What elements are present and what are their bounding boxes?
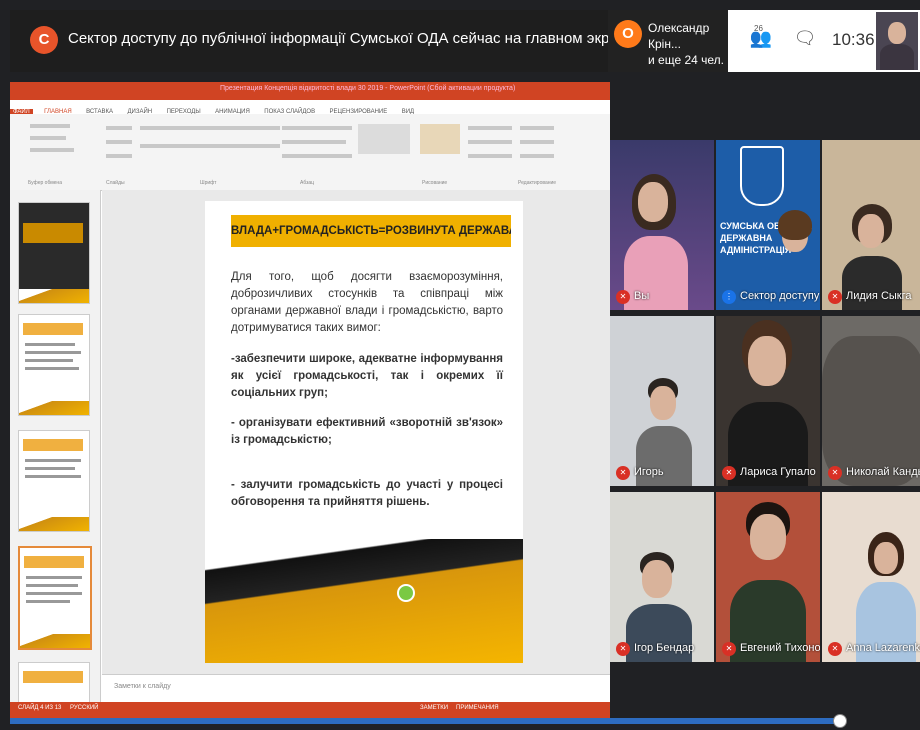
ribbon-group-editing: Редактирование [518,180,557,186]
participant-tile[interactable]: ✕ Вы [610,140,714,310]
slide-counter: СЛАЙД 4 ИЗ 13 [18,705,62,711]
participant-name: Евгений Тихонов [740,642,820,654]
comments-button[interactable]: ПРИМЕЧАНИЯ [456,705,499,711]
notes-placeholder: Заметки к слайду [114,683,171,690]
slide-decoration [205,539,523,663]
participant-name: Сектор доступу ... [740,290,820,302]
progress-handle[interactable] [833,714,847,728]
ribbon-group-drawing: Рисование [422,180,448,186]
speaking-icon: ⋮ [722,290,736,304]
slide-edit-area: ВЛАДА+ГРОМАДСЬКІСТЬ=РОЗВИНУТА ДЕРЖАВА Дл… [102,190,610,674]
meeting-header: С Сектор доступу до публічної інформації… [10,10,634,72]
coat-of-arms-icon [740,146,784,206]
participant-tile[interactable]: СУМСЬКА ОБЛАСНА ДЕРЖАВНА АДМІНІСТРАЦІЯ ⋮… [716,140,820,310]
slide-thumbnail[interactable] [18,430,90,532]
participant-name: Ігор Бендар [634,642,695,654]
meet-window: С Сектор доступу до публічної інформації… [0,0,920,730]
shared-screen-powerpoint: Презентация Концепція відкритості влади … [10,82,610,718]
participant-tile[interactable]: ✕ Евгений Тихонов [716,492,820,662]
presenter-others: и еще 24 чел. [648,53,725,67]
mic-off-icon: ✕ [616,290,630,304]
clock: 10:36 [832,30,875,49]
participant-name: Лариса Гупало [740,466,816,478]
participant-name: Anna Lazarenko [846,642,920,654]
participant-tile[interactable]: ✕ Лариса Гупало [716,316,820,486]
participant-tile[interactable]: ✕ Ігор Бендар [610,492,714,662]
mic-off-icon: ✕ [616,642,630,656]
screen-progress-bar [10,718,840,724]
participant-name: Игорь [634,466,664,478]
mic-off-icon: ✕ [828,466,842,480]
participant-tile[interactable]: ✕ Игорь [610,316,714,486]
mic-off-icon: ✕ [616,466,630,480]
chat-icon[interactable]: 🗨 [792,28,818,54]
participant-tile[interactable]: ✕ Anna Lazarenko [822,492,920,662]
mic-off-icon: ✕ [828,642,842,656]
ribbon-group-font: Шрифт [200,180,217,186]
participants-count: 26 [754,24,763,33]
ppt-titlebar: Презентация Концепція відкритості влади … [10,82,610,100]
mic-off-icon: ✕ [722,642,736,656]
notes-pane[interactable]: Заметки к слайду [102,674,610,703]
slide-point-2: - організувати ефективний «зворотній зв'… [231,417,503,446]
meeting-title: Сектор доступу до публічної інформації С… [68,30,635,47]
current-slide: ВЛАДА+ГРОМАДСЬКІСТЬ=РОЗВИНУТА ДЕРЖАВА Дл… [205,201,523,663]
ribbon-group-clipboard: Буфер обмена [28,180,62,186]
participant-name: Лидия Сыкга [846,290,912,302]
presenter-card[interactable]: О Олександр Крін... и еще 24 чел. [608,10,728,72]
participants-grid: ✕ Вы СУМСЬКА ОБЛАСНА ДЕРЖАВНА АДМІНІСТРА… [610,140,920,670]
presenter-avatar: О [614,20,642,48]
participant-tile[interactable]: ✕ Лидия Сыкга [822,140,920,310]
language-indicator: РУССКИЙ [70,705,99,711]
participant-name: Вы [634,290,650,302]
slide-intro: Для того, щоб досягти взаєморозуміння, д… [231,271,503,334]
slide-point-1: -забезпечити широке, адекватне інформува… [231,353,503,399]
slide-point-3: - залучити громадськість до участі у про… [231,479,503,508]
participant-name: Николай Кандыб [846,466,920,478]
ppt-status-bar: СЛАЙД 4 ИЗ 13 РУССКИЙ ЗАМЕТКИ ПРИМЕЧАНИЯ [10,702,610,718]
slide-thumbnails [10,190,101,712]
meeting-logo: С [30,26,58,54]
notes-button[interactable]: ЗАМЕТКИ [420,705,448,711]
slide-thumbnail[interactable] [18,314,90,416]
ribbon: Буфер обмена Слайды Шрифт Абзац Рисовани… [10,114,610,191]
ribbon-group-slides: Слайды [106,180,125,186]
participant-tile[interactable]: ✕ Николай Кандыб [822,316,920,486]
ppt-window-title: Презентация Концепція відкритості влади … [220,85,516,92]
mic-off-icon: ✕ [722,466,736,480]
self-view-thumbnail[interactable] [876,12,918,70]
mic-off-icon: ✕ [828,290,842,304]
presenter-name: Олександр Крін... [648,21,710,51]
slide-title: ВЛАДА+ГРОМАДСЬКІСТЬ=РОЗВИНУТА ДЕРЖАВА [231,215,511,247]
ribbon-group-paragraph: Абзац [300,180,315,186]
ribbon-tabs: ФАЙЛ ГЛАВНАЯ ВСТАВКА ДИЗАЙН ПЕРЕХОДЫ АНИ… [10,100,610,115]
pane-resize-handle[interactable] [397,584,415,602]
top-controls: О Олександр Крін... и еще 24 чел. 👥 26 🗨… [608,10,920,72]
slide-thumbnail[interactable] [18,202,90,304]
slide-thumbnail-active[interactable] [18,546,92,650]
